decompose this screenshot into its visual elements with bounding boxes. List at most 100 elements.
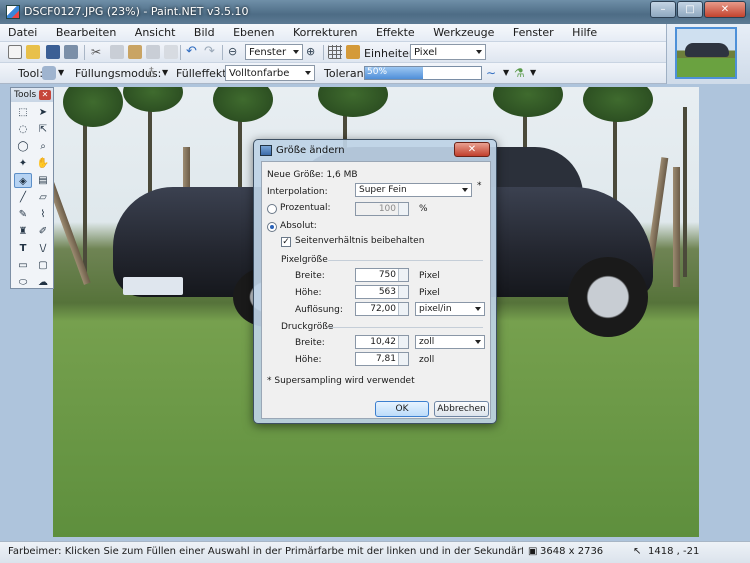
interpolation-select[interactable]: Super Fein xyxy=(355,183,472,197)
keep-ratio-checkbox[interactable]: ✓ xyxy=(281,237,291,247)
print-width-input[interactable]: 10,42 xyxy=(355,335,409,349)
line-curve-icon[interactable]: \∕ xyxy=(34,241,52,256)
print-size-heading: Druckgröße xyxy=(281,322,334,332)
zoom-in-icon[interactable]: ⊕ xyxy=(306,45,320,59)
color-picker-icon[interactable]: ⌇ xyxy=(34,207,52,222)
save-icon[interactable] xyxy=(46,45,60,59)
rounded-rectangle-icon[interactable]: ▢ xyxy=(34,258,52,273)
percent-input[interactable]: 100 xyxy=(355,202,409,216)
paintbrush-icon[interactable]: ╱ xyxy=(14,190,32,205)
units-select[interactable]: Pixel xyxy=(410,44,486,60)
ellipse-icon[interactable]: ⬭ xyxy=(14,275,32,290)
cancel-button[interactable]: Abbrechen xyxy=(434,401,489,417)
zoom-icon[interactable]: ⌕ xyxy=(34,139,52,154)
absolute-label: Absolut: xyxy=(280,221,317,231)
pan-icon[interactable]: ✋ xyxy=(34,156,52,171)
tolerance-slider[interactable]: 50% xyxy=(364,66,482,80)
move-selection-alt-icon[interactable]: ⇱ xyxy=(34,122,52,137)
deselect-icon[interactable] xyxy=(164,45,178,59)
open-file-icon[interactable] xyxy=(26,45,40,59)
freeform-shape-icon[interactable]: ☁ xyxy=(34,275,52,290)
resolution-unit-select[interactable]: pixel/in xyxy=(415,302,485,316)
grid-icon[interactable] xyxy=(328,45,342,59)
close-button[interactable]: ✕ xyxy=(704,1,746,18)
fill-mode-icon[interactable]: ♁ xyxy=(147,66,161,80)
print-height-unit: zoll xyxy=(419,355,435,365)
zoom-out-icon[interactable]: ⊖ xyxy=(228,45,242,59)
undo-icon[interactable]: ↶ xyxy=(186,45,200,59)
tools-panel-close-button[interactable]: ✕ xyxy=(39,90,51,100)
redo-icon[interactable]: ↷ xyxy=(204,45,218,59)
menu-tools[interactable]: Werkzeuge xyxy=(425,24,501,39)
blend-mode-icon[interactable]: ⚗ xyxy=(514,66,528,80)
main-toolbar: ✂ ↶ ↷ ⊖ Fenster ⊕ Einheiten: Pixel xyxy=(0,42,666,63)
ok-button[interactable]: OK xyxy=(375,401,429,417)
menu-help[interactable]: Hilfe xyxy=(564,24,604,39)
print-width-label: Breite: xyxy=(295,338,325,348)
antialias-icon[interactable]: ∼ xyxy=(486,66,500,80)
percent-label: Prozentual: xyxy=(280,203,331,213)
clone-stamp-icon[interactable]: ♜ xyxy=(14,224,32,239)
interpolation-label: Interpolation: xyxy=(267,187,328,197)
lasso-select-icon[interactable]: ◌ xyxy=(14,122,32,137)
maximize-button[interactable]: □ xyxy=(677,1,703,18)
menu-image[interactable]: Bild xyxy=(186,24,222,39)
percent-unit: % xyxy=(419,204,428,214)
percent-radio[interactable] xyxy=(267,204,277,214)
rect-select-icon[interactable]: ⬚ xyxy=(14,105,32,120)
menu-file[interactable]: Datei xyxy=(0,24,44,39)
text-icon[interactable]: T xyxy=(14,241,32,256)
menu-adjustments[interactable]: Korrekturen xyxy=(285,24,364,39)
width-unit: Pixel xyxy=(419,271,440,281)
menu-window[interactable]: Fenster xyxy=(505,24,561,39)
resize-dialog: Größe ändern ✕ Neue Größe: 1,6 MB Interp… xyxy=(253,139,497,424)
rectangle-icon[interactable]: ▭ xyxy=(14,258,32,273)
height-unit: Pixel xyxy=(419,288,440,298)
license-plate xyxy=(123,277,183,295)
fill-effect-select[interactable]: Volltonfarbe xyxy=(225,65,315,81)
print-icon[interactable] xyxy=(64,45,78,59)
tolerance-value: 50% xyxy=(367,67,388,77)
status-message: Farbeimer: Klicken Sie zum Füllen einer … xyxy=(8,546,523,557)
magic-wand-icon[interactable]: ✦ xyxy=(14,156,32,171)
crop-icon[interactable] xyxy=(146,45,160,59)
print-height-label: Höhe: xyxy=(295,355,322,365)
gradient-icon[interactable]: ▤ xyxy=(34,173,52,188)
height-input[interactable]: 563 xyxy=(355,285,409,299)
width-input[interactable]: 750 xyxy=(355,268,409,282)
title-bar: DSCF0127.JPG (23%) - Paint.NET v3.5.10 –… xyxy=(0,0,750,24)
keep-ratio-label: Seitenverhältnis beibehalten xyxy=(295,236,425,246)
copy-icon[interactable] xyxy=(110,45,124,59)
dialog-body: Neue Größe: 1,6 MB Interpolation: Super … xyxy=(261,161,491,419)
pencil-icon[interactable]: ✎ xyxy=(14,207,32,222)
print-unit-select[interactable]: zoll xyxy=(415,335,485,349)
paste-icon[interactable] xyxy=(128,45,142,59)
print-height-input[interactable]: 7,81 xyxy=(355,352,409,366)
resolution-input[interactable]: 72,00 xyxy=(355,302,409,316)
zoom-select[interactable]: Fenster xyxy=(245,44,303,60)
menu-effects[interactable]: Effekte xyxy=(368,24,422,39)
ruler-icon[interactable] xyxy=(346,45,360,59)
menu-edit[interactable]: Bearbeiten xyxy=(48,24,123,39)
image-thumbnail[interactable] xyxy=(675,27,737,79)
cursor-icon: ↖ xyxy=(633,546,642,557)
move-selection-icon[interactable]: ➤ xyxy=(34,105,52,120)
menu-layers[interactable]: Ebenen xyxy=(225,24,281,39)
absolute-radio[interactable] xyxy=(267,222,277,232)
dialog-close-button[interactable]: ✕ xyxy=(454,142,490,157)
status-bar: Farbeimer: Klicken Sie zum Füllen einer … xyxy=(0,541,750,563)
minimize-button[interactable]: – xyxy=(650,1,676,18)
pixel-size-heading: Pixelgröße xyxy=(281,255,328,265)
dialog-icon xyxy=(260,145,272,156)
fill-effect-label: Fülleffekt: xyxy=(176,67,231,80)
paint-bucket-icon[interactable]: ◈ xyxy=(14,173,32,188)
eraser-icon[interactable]: ▱ xyxy=(34,190,52,205)
recolor-icon[interactable]: ✐ xyxy=(34,224,52,239)
ellipse-select-icon[interactable]: ◯ xyxy=(14,139,32,154)
tool-options-toolbar: Tool: ▼ Füllungsmodus: ♁ ▼ Fülleffekt: V… xyxy=(0,63,666,84)
cut-icon[interactable]: ✂ xyxy=(91,45,105,59)
paint-bucket-tool-icon[interactable] xyxy=(42,66,56,80)
print-width-unit: zoll xyxy=(419,337,435,347)
menu-view[interactable]: Ansicht xyxy=(127,24,183,39)
new-file-icon[interactable] xyxy=(8,45,22,59)
